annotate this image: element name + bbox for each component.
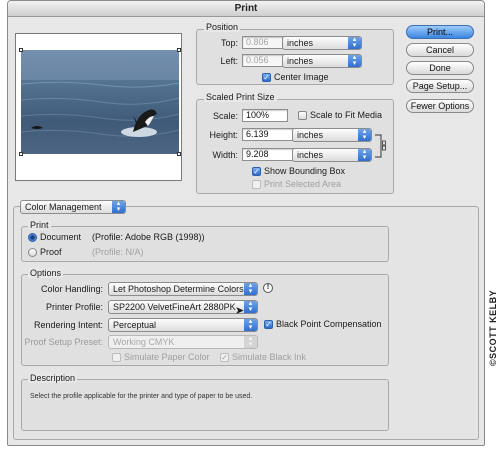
description-label: Description: [28, 373, 78, 383]
popup-arrows-icon: ▴ ▾: [244, 301, 257, 313]
popup-arrows-icon: ▴ ▾: [358, 129, 371, 141]
copyright-watermark: ©SCOTT KELBY: [488, 289, 498, 366]
position-group-label: Position: [204, 22, 241, 32]
color-management-select[interactable]: Color Management ▴ ▾: [20, 200, 126, 214]
done-button[interactable]: Done: [406, 61, 474, 75]
simulate-paper-checkbox[interactable]: [112, 353, 121, 362]
top-label: Top:: [220, 38, 238, 48]
left-field[interactable]: 0.056: [242, 54, 286, 67]
popup-arrows-icon: ▴ ▾: [112, 201, 125, 213]
print-selected-area-label: Print Selected Area: [264, 179, 342, 189]
color-handling-label: Color Handling:: [40, 284, 103, 294]
printer-profile-label: Printer Profile:: [45, 302, 103, 312]
scale-field[interactable]: 100%: [242, 109, 288, 122]
bounding-box-handle[interactable]: [177, 152, 181, 156]
width-label: Width:: [212, 150, 238, 160]
scaled-print-size-label: Scaled Print Size: [204, 92, 277, 102]
description-text: Select the profile applicable for the pr…: [30, 393, 253, 400]
left-unit-value: inches: [287, 56, 314, 66]
info-icon[interactable]: !: [263, 283, 273, 293]
preview-image: [21, 50, 179, 154]
popup-arrows-icon: ▴ ▾: [244, 283, 257, 295]
center-image-checkbox[interactable]: ✓: [262, 73, 271, 82]
proof-setup-select[interactable]: Working CMYK ▴ ▾: [108, 335, 258, 349]
bounding-box-handle[interactable]: [19, 48, 23, 52]
scale-to-fit-checkbox[interactable]: [298, 111, 307, 120]
fewer-options-button[interactable]: Fewer Options: [406, 99, 474, 113]
proof-radio[interactable]: [28, 248, 37, 257]
link-chain-icon[interactable]: [374, 129, 388, 163]
proof-setup-label: Proof Setup Preset:: [24, 337, 103, 347]
show-bounding-box-checkbox[interactable]: ✓: [252, 167, 261, 176]
scale-to-fit-label: Scale to Fit Media: [310, 110, 383, 120]
scale-label: Scale:: [212, 111, 238, 121]
color-handling-select[interactable]: Let Photoshop Determine Colors ▴ ▾: [108, 282, 258, 296]
bounding-box-handle[interactable]: [19, 152, 23, 156]
print-source-label: Print: [28, 220, 51, 230]
checkmark-icon: ✓: [265, 320, 272, 329]
popup-arrows-icon: ▴ ▾: [244, 319, 257, 331]
window-title: Print: [8, 1, 484, 17]
document-radio[interactable]: [28, 233, 37, 242]
left-unit-select[interactable]: inches ▴ ▾: [282, 54, 362, 68]
proof-label: Proof: [40, 247, 62, 257]
rendering-intent-label: Rendering Intent:: [33, 320, 103, 330]
color-management-value: Color Management: [25, 202, 102, 212]
popup-arrows-icon: ▴ ▾: [244, 336, 257, 348]
orca-photo: [21, 50, 179, 137]
height-label: Height:: [209, 130, 238, 140]
proof-setup-value: Working CMYK: [113, 337, 175, 347]
simulate-paper-label: Simulate Paper Color: [124, 352, 210, 362]
printer-profile-value: SP2200 VelvetFineArt 2880PK: [113, 302, 236, 312]
simulate-ink-label: Simulate Black Ink: [232, 352, 307, 362]
checkmark-icon: ✓: [263, 73, 270, 82]
rendering-intent-value: Perceptual: [113, 320, 157, 330]
description-group: [21, 379, 389, 431]
popup-arrows-icon: ▴ ▾: [348, 55, 361, 67]
page-setup-button[interactable]: Page Setup...: [406, 79, 474, 93]
height-field[interactable]: 6.139: [242, 128, 294, 141]
print-selected-area-checkbox[interactable]: [252, 180, 261, 189]
width-field[interactable]: 9.208: [242, 148, 294, 161]
print-preview: [15, 33, 182, 181]
bounding-box-handle[interactable]: [177, 48, 181, 52]
proof-profile: (Profile: N/A): [92, 247, 144, 257]
width-unit-select[interactable]: inches ▴ ▾: [292, 148, 372, 162]
popup-arrows-icon: ▴ ▾: [348, 37, 361, 49]
cancel-button[interactable]: Cancel: [406, 43, 474, 57]
black-point-checkbox[interactable]: ✓: [264, 320, 273, 329]
color-handling-value: Let Photoshop Determine Colors: [113, 284, 244, 294]
width-unit-value: inches: [297, 150, 324, 160]
cursor-arrow-icon: ➤: [235, 305, 245, 317]
document-profile: (Profile: Adobe RGB (1998)): [92, 232, 205, 242]
center-image-label: Center Image: [274, 72, 329, 82]
show-bounding-box-label: Show Bounding Box: [264, 166, 346, 176]
top-unit-value: inches: [287, 38, 314, 48]
top-field[interactable]: 0.806: [242, 36, 286, 49]
checkmark-icon: ✓: [253, 167, 260, 176]
print-dialog: Print Position Top: 0.806 inches ▴ ▾ Lef…: [7, 0, 485, 446]
rendering-intent-select[interactable]: Perceptual ▴ ▾: [108, 318, 258, 332]
top-unit-select[interactable]: inches ▴ ▾: [282, 36, 362, 50]
simulate-ink-checkbox[interactable]: ✓: [220, 353, 229, 362]
options-label: Options: [28, 268, 64, 278]
print-button[interactable]: Print...: [406, 25, 474, 39]
popup-arrows-icon: ▴ ▾: [358, 149, 371, 161]
document-label: Document: [40, 232, 82, 242]
height-unit-select[interactable]: inches ▴ ▾: [292, 128, 372, 142]
checkmark-icon: ✓: [221, 353, 228, 362]
left-label: Left:: [220, 56, 238, 66]
height-unit-value: inches: [297, 130, 324, 140]
black-point-label: Black Point Compensation: [276, 319, 382, 329]
